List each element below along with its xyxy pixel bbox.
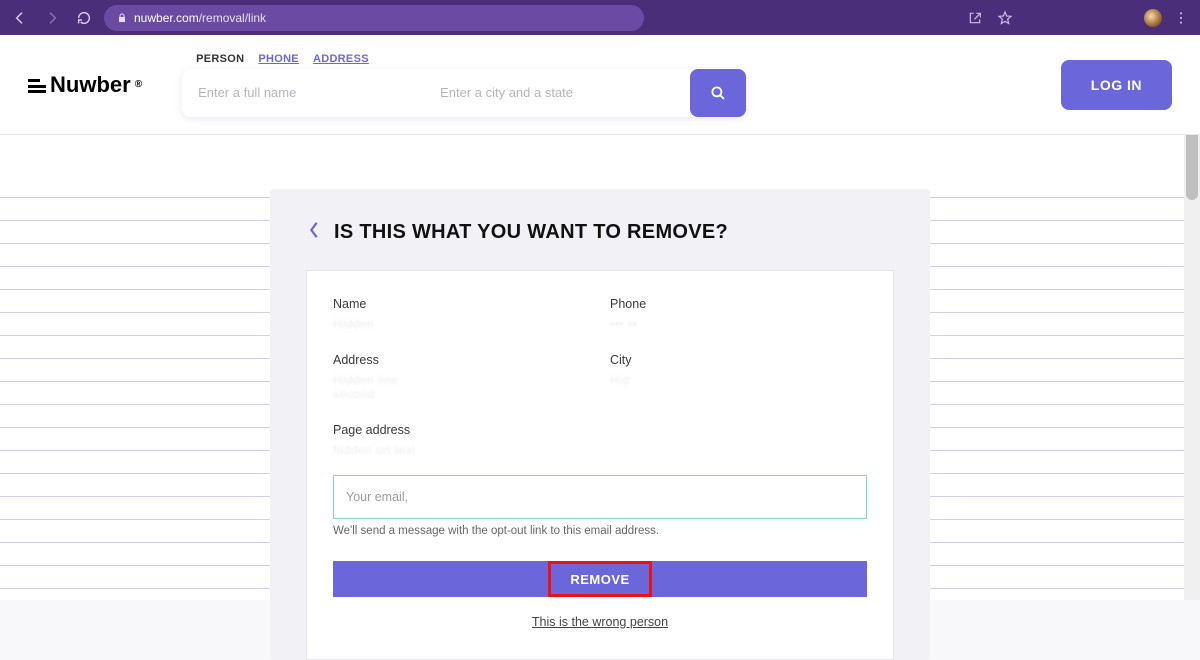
profile-avatar[interactable] [1144,9,1162,27]
value-city: Hid [610,373,867,387]
field-page-address: Page address hidden url text [333,423,867,457]
forward-button[interactable] [40,6,64,30]
label-name: Name [333,297,590,311]
value-address: Hidden linesecond [333,373,590,401]
address-bar[interactable]: nuwber.com/removal/link [104,5,644,31]
wrong-person-link[interactable]: This is the wrong person [333,615,867,629]
form-box: Name Hidden Phone ••• •• Address Hidden … [306,270,894,660]
removal-card: IS THIS WHAT YOU WANT TO REMOVE? Name Hi… [270,189,930,660]
browser-chrome-bar: nuwber.com/removal/link [0,0,1200,35]
label-page-address: Page address [333,423,867,437]
url-text: nuwber.com/removal/link [134,11,266,25]
email-input[interactable] [333,475,867,519]
city-input[interactable] [424,69,686,117]
back-chevron-icon[interactable] [308,221,320,244]
reload-button[interactable] [72,6,96,30]
logo-text: Nuwber [50,72,131,98]
extension-icon-1[interactable] [1024,7,1046,29]
search-tabs: PERSON PHONE ADDRESS [182,53,746,65]
field-city: City Hid [610,353,867,401]
name-input[interactable] [182,69,424,117]
back-button[interactable] [8,6,32,30]
remove-button-label: REMOVE [570,572,629,587]
value-phone: ••• •• [610,317,867,331]
remove-button[interactable]: REMOVE [333,561,867,597]
kebab-menu-icon[interactable] [1170,7,1192,29]
fields-grid: Name Hidden Phone ••• •• Address Hidden … [333,297,867,457]
tab-phone[interactable]: PHONE [258,53,299,65]
search-button[interactable] [690,69,746,117]
extension-icon-3[interactable] [1084,7,1106,29]
label-phone: Phone [610,297,867,311]
login-button[interactable]: LOG IN [1061,60,1172,110]
value-page-address: hidden url text [333,443,867,457]
extension-icon-2[interactable] [1054,7,1076,29]
card-header: IS THIS WHAT YOU WANT TO REMOVE? [270,221,930,270]
lock-icon [116,12,128,24]
search-icon [709,84,727,102]
logo-mark-icon [28,77,46,93]
label-address: Address [333,353,590,367]
page-viewport: Nuwber ® PERSON PHONE ADDRESS LOG IN IS T… [0,35,1200,600]
card-title: IS THIS WHAT YOU WANT TO REMOVE? [334,221,728,244]
extension-icon-4[interactable] [1114,7,1136,29]
field-phone: Phone ••• •• [610,297,867,331]
site-logo[interactable]: Nuwber ® [28,72,142,98]
vertical-scrollbar[interactable] [1184,70,1200,600]
tab-address[interactable]: ADDRESS [313,53,369,65]
field-name: Name Hidden [333,297,590,331]
label-city: City [610,353,867,367]
star-icon[interactable] [994,7,1016,29]
value-name: Hidden [333,317,590,331]
registered-mark: ® [135,79,142,90]
field-address: Address Hidden linesecond [333,353,590,401]
search-row [182,69,746,117]
share-icon[interactable] [964,7,986,29]
email-helper-text: We'll send a message with the opt-out li… [333,525,867,537]
tab-person[interactable]: PERSON [196,53,244,65]
site-header: Nuwber ® PERSON PHONE ADDRESS LOG IN [0,35,1200,135]
search-block: PERSON PHONE ADDRESS [182,53,746,117]
